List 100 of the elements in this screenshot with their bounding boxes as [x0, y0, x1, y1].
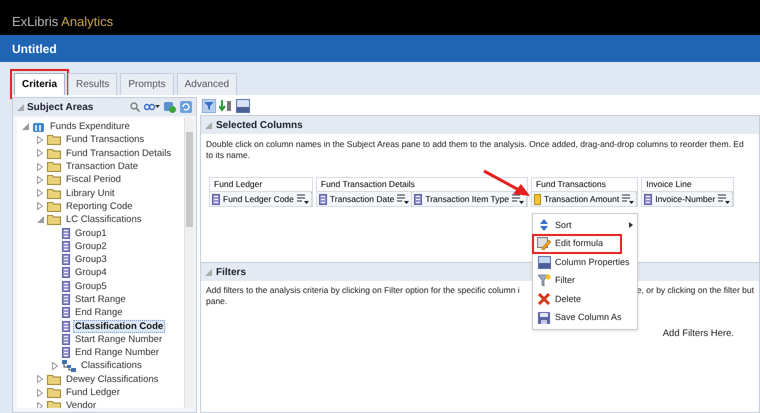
tree-item[interactable]: Group2 [73, 240, 109, 253]
tree-item[interactable]: LC Classifications [64, 213, 144, 226]
tree-item[interactable]: Fund Transaction Details [64, 146, 174, 160]
tree-item[interactable]: Group5 [73, 280, 109, 293]
column-chip[interactable]: Fund Ledger Code [223, 192, 294, 206]
section-title: Selected Columns [216, 118, 303, 132]
group-header: Fund Transactions [532, 178, 638, 192]
menu-item[interactable]: Delete [533, 290, 637, 308]
window-title: Untitled [12, 40, 57, 58]
column-icon [62, 307, 70, 318]
menu-item[interactable]: Filter [533, 272, 637, 290]
filters-instructions-text: pane. [206, 296, 228, 307]
tree-item[interactable]: Fiscal Period [64, 173, 123, 186]
refresh-icon[interactable] [180, 101, 192, 113]
options-dropdown-icon[interactable] [144, 102, 160, 112]
folder-icon [47, 387, 61, 398]
column-icon [62, 280, 70, 292]
empty-filters-text: Add Filters Here. [662, 327, 734, 341]
column-icon [62, 294, 70, 305]
brand-logo: ExLibris Analytics [12, 14, 114, 30]
group-header: Fund Transaction Details [316, 178, 527, 192]
tree-item[interactable]: Group3 [73, 253, 109, 266]
tree-item[interactable]: Dewey Classifications [64, 372, 160, 386]
folder-icon [47, 374, 61, 385]
tab[interactable]: Results [68, 73, 118, 95]
folder-icon [47, 400, 61, 408]
menu-item[interactable]: Sort [533, 216, 637, 234]
folder-icon [47, 200, 61, 212]
folder-icon [47, 134, 61, 146]
menu-item[interactable]: Column Properties [533, 253, 637, 272]
column-menu-icon[interactable] [622, 194, 634, 204]
tree-item[interactable]: Classification Code [73, 320, 166, 333]
collapse-triangle-icon[interactable] [205, 268, 212, 276]
column-icon [62, 334, 70, 345]
column-icon [414, 194, 422, 204]
instructions-text: Double click on column names in the Subject Areas pane to add them to the analysis. Once added, drag-and-drop columns to reorder them. Ed to its name. [205, 138, 745, 161]
sort-icon [539, 219, 549, 232]
column-icon [62, 320, 70, 332]
column-icon [62, 267, 70, 278]
filter-toggle-icon[interactable] [202, 99, 216, 113]
column-chip[interactable]: Invoice-Number [655, 192, 716, 206]
properties-icon [538, 256, 550, 269]
tree-item[interactable]: End Range [73, 306, 125, 320]
cube-icon [32, 120, 45, 133]
tree-item[interactable]: Start Range Number [73, 332, 164, 346]
column-icon [62, 347, 70, 358]
column-icon [62, 240, 70, 252]
column-icon [62, 254, 70, 266]
sort-order-icon[interactable] [219, 99, 233, 113]
hierarchy-icon [62, 360, 76, 372]
menu-item[interactable]: Save Column As [533, 308, 637, 327]
tree-item[interactable]: Reporting Code [64, 200, 135, 213]
tab[interactable]: Advanced [176, 73, 238, 95]
column-icon [318, 194, 327, 204]
menu-item[interactable]: Edit formula [533, 234, 621, 253]
filters-instructions-text: Add filters to the analysis criteria by clicking on Filter option for the specific column i [206, 285, 520, 296]
delete-x-icon [538, 293, 550, 306]
folder-icon [47, 161, 61, 172]
measure-icon [534, 194, 541, 204]
collapse-triangle-icon[interactable] [36, 216, 44, 224]
folder-icon [47, 174, 61, 186]
panel-title: Subject Areas [27, 100, 94, 114]
column-menu-icon[interactable] [512, 194, 524, 204]
column-icon [62, 228, 70, 239]
search-icon[interactable] [130, 102, 140, 112]
tree-item[interactable]: Library Unit [64, 186, 117, 200]
expand-triangle-icon[interactable] [52, 362, 58, 370]
tree-item[interactable]: End Range Number [73, 346, 161, 360]
collapse-triangle-icon[interactable] [17, 104, 24, 110]
column-chip[interactable]: Transaction Date [330, 192, 394, 206]
folder-icon [47, 148, 61, 159]
column-properties-icon[interactable] [236, 99, 250, 113]
tree-item[interactable]: Fund Ledger [64, 386, 122, 400]
column-menu-icon[interactable] [718, 194, 730, 204]
group-header: Invoice Line [642, 178, 734, 192]
group-header: Fund Ledger [210, 178, 312, 192]
folder-icon [47, 188, 61, 199]
folder-icon [47, 214, 61, 226]
column-chip[interactable]: Transaction Amount [544, 192, 620, 206]
tree-item[interactable]: Start Range [73, 293, 128, 306]
edit-pencil-icon [537, 237, 551, 250]
collapse-triangle-icon[interactable] [22, 123, 28, 130]
column-chip[interactable]: Transaction Item Type [425, 192, 509, 206]
tree-item[interactable]: Classifications [79, 359, 144, 372]
collapse-triangle-icon[interactable] [205, 122, 212, 128]
tree-item[interactable]: Group4 [73, 266, 109, 280]
tree-item[interactable]: Transaction Date [64, 160, 140, 174]
add-icon[interactable] [164, 101, 176, 113]
tree-item[interactable]: Funds Expenditure [48, 120, 132, 134]
arrow-drawing [483, 169, 531, 197]
section-title: Filters [216, 266, 246, 280]
scrollbar[interactable] [184, 118, 194, 408]
tree-item[interactable]: Group1 [73, 226, 109, 240]
column-icon [212, 194, 220, 204]
tab[interactable]: Prompts [120, 73, 174, 95]
tree-item[interactable]: Fund Transactions [64, 133, 146, 146]
filter-icon [538, 274, 550, 288]
column-menu-icon[interactable] [397, 194, 410, 204]
column-menu-icon[interactable] [296, 194, 309, 204]
column-icon [644, 194, 652, 204]
